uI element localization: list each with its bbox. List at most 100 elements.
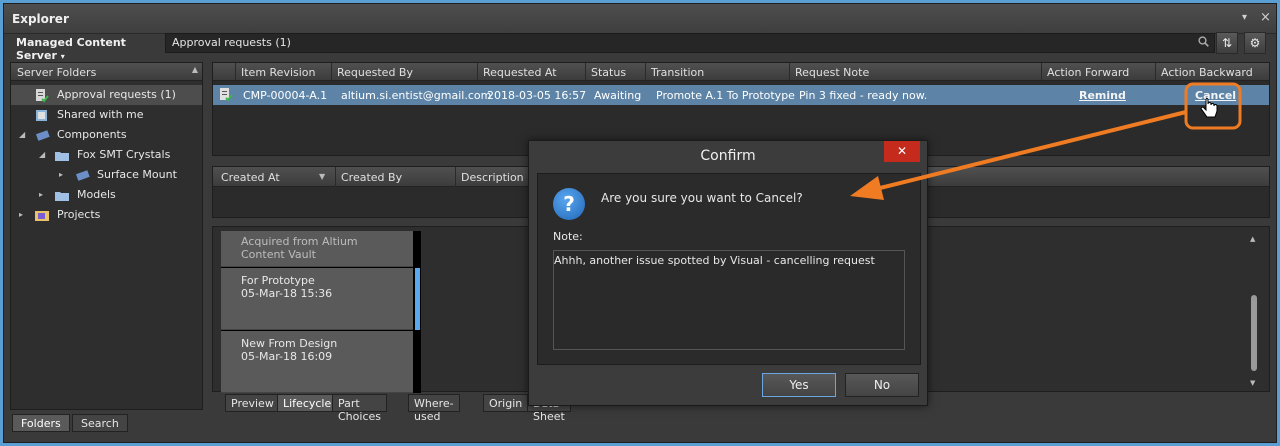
folder-label: Projects	[57, 208, 101, 221]
collapse-arrow-icon[interactable]: ▸	[59, 165, 63, 185]
server-folders-panel: Server Folders ▲ Approval requests (1) S…	[10, 62, 203, 410]
lifecycle-card[interactable]: Acquired from Altium Content Vault	[221, 231, 413, 267]
cell-requested-by: altium.si.entist@gmail.com	[341, 89, 492, 102]
tab-folders[interactable]: Folders	[12, 414, 70, 432]
pin-dropdown-icon[interactable]: ▾	[1242, 12, 1247, 23]
collapse-arrow-icon[interactable]: ▸	[39, 185, 43, 205]
column-divider	[477, 63, 478, 81]
confirm-question: Are you sure you want to Cancel?	[601, 191, 803, 205]
search-icon[interactable]	[1198, 36, 1209, 50]
folder-label: Shared with me	[57, 108, 144, 121]
folder-shared-with-me[interactable]: Shared with me	[11, 105, 202, 125]
lifecycle-card[interactable]: For Prototype 05-Mar-18 15:36	[221, 268, 413, 330]
col-created-at[interactable]: Created At	[221, 171, 280, 184]
collapse-arrow-icon[interactable]: ▸	[19, 205, 23, 225]
chevron-down-icon: ▾	[60, 52, 65, 61]
tab-lifecycle[interactable]: Lifecycle	[277, 394, 338, 412]
col-action-forward[interactable]: Action Forward	[1047, 66, 1129, 79]
server-folders-title: Server Folders	[17, 66, 97, 79]
col-item-revision[interactable]: Item Revision	[241, 66, 316, 79]
folder-label: Components	[57, 128, 127, 141]
lifecycle-card-date: 05-Mar-18 16:09	[241, 350, 333, 363]
column-divider	[585, 63, 586, 81]
window-title: Explorer	[12, 12, 69, 26]
tab-where-used[interactable]: Where-used	[408, 394, 460, 423]
question-icon: ?	[553, 188, 585, 220]
column-divider	[789, 63, 790, 81]
folder-label: Approval requests (1)	[57, 88, 176, 101]
column-divider	[235, 63, 236, 81]
server-dropdown[interactable]: Managed Content Server ▾	[10, 32, 162, 62]
yes-button[interactable]: Yes	[762, 373, 836, 397]
path-input[interactable]: Approval requests (1)	[165, 33, 1215, 53]
tab-search[interactable]: Search	[72, 414, 128, 432]
col-transition[interactable]: Transition	[651, 66, 704, 79]
col-description[interactable]: Description	[461, 171, 524, 184]
confirm-dialog: Confirm ✕ ? Are you sure you want to Can…	[528, 140, 928, 406]
close-icon[interactable]: ×	[1260, 10, 1271, 25]
approval-status-icon	[219, 88, 233, 105]
dialog-body: ? Are you sure you want to Cancel? Note:…	[537, 173, 921, 365]
grid-header: Item Revision Requested By Requested At …	[213, 63, 1269, 81]
tab-part-choices[interactable]: Part Choices	[332, 394, 387, 423]
column-divider	[1041, 63, 1042, 81]
folder-models[interactable]: ▸ Models	[11, 185, 202, 205]
lifecycle-card-date: 05-Mar-18 15:36	[241, 287, 333, 300]
col-status[interactable]: Status	[591, 66, 626, 79]
close-button[interactable]: ✕	[884, 141, 920, 162]
lifecycle-current-marker	[415, 268, 420, 330]
column-divider	[1155, 63, 1156, 81]
cancel-link[interactable]: Cancel	[1195, 89, 1236, 102]
path-bar: Managed Content Server ▾ Approval reques…	[10, 32, 1272, 62]
folder-approval-requests[interactable]: Approval requests (1)	[11, 85, 202, 105]
cell-transition: Promote A.1 To Prototype	[656, 89, 795, 102]
sort-arrow-icon[interactable]: ▼	[319, 172, 325, 181]
col-action-backward[interactable]: Action Backward	[1161, 66, 1253, 79]
vertical-scrollbar[interactable]: ▲ ▼	[1249, 229, 1259, 389]
title-bar: Explorer ▾ ×	[4, 4, 1276, 34]
folder-icon	[55, 189, 69, 201]
cell-status: Awaiting	[594, 89, 642, 102]
tab-origin[interactable]: Origin	[483, 394, 529, 412]
column-divider	[331, 63, 332, 81]
approval-icon	[35, 89, 49, 103]
col-requested-at[interactable]: Requested At	[483, 66, 557, 79]
cell-requested-at: 2018-03-05 16:57	[487, 89, 587, 102]
lifecycle-column: Acquired from Altium Content Vault For P…	[221, 231, 421, 393]
folder-label: Surface Mount	[97, 168, 177, 181]
component-icon	[75, 169, 90, 181]
cell-item-revision: CMP-00004-A.1	[243, 89, 328, 102]
folder-projects[interactable]: ▸ Projects	[11, 205, 202, 225]
scroll-down-icon[interactable]: ▼	[1250, 379, 1255, 387]
tab-preview[interactable]: Preview	[225, 394, 280, 412]
column-divider	[335, 167, 336, 187]
lifecycle-card-title: Acquired from Altium Content Vault	[241, 235, 358, 261]
refresh-icon[interactable]: ⇅	[1216, 32, 1238, 54]
remind-link[interactable]: Remind	[1079, 89, 1126, 102]
folder-label: Fox SMT Crystals	[77, 148, 171, 161]
folder-surface-mount[interactable]: ▸ Surface Mount	[11, 165, 202, 185]
lifecycle-card-title: New From Design	[241, 337, 338, 350]
scroll-up-icon[interactable]: ▲	[192, 65, 198, 74]
expand-arrow-icon[interactable]: ◢	[39, 145, 45, 165]
scrollbar-thumb[interactable]	[1251, 295, 1257, 371]
col-created-by[interactable]: Created By	[341, 171, 402, 184]
expand-arrow-icon[interactable]: ◢	[19, 125, 25, 145]
folder-icon	[55, 149, 69, 161]
col-requested-by[interactable]: Requested By	[337, 66, 413, 79]
projects-icon	[35, 209, 49, 221]
note-field[interactable]: Ahhh, another issue spotted by Visual - …	[553, 250, 905, 350]
lifecycle-card[interactable]: New From Design 05-Mar-18 16:09	[221, 331, 413, 393]
folder-components[interactable]: ◢ Components	[11, 125, 202, 145]
no-button[interactable]: No	[845, 373, 919, 397]
table-row[interactable]: CMP-00004-A.1 altium.si.entist@gmail.com…	[213, 85, 1269, 105]
components-icon	[35, 129, 50, 141]
folder-fox-smt-crystals[interactable]: ◢ Fox SMT Crystals	[11, 145, 202, 165]
col-request-note[interactable]: Request Note	[795, 66, 869, 79]
scroll-up-icon[interactable]: ▲	[1250, 235, 1255, 243]
server-folders-header: Server Folders ▲	[11, 63, 202, 81]
dialog-title: Confirm	[700, 148, 756, 164]
cell-request-note: Pin 3 fixed - ready now.	[799, 89, 928, 102]
settings-icon[interactable]: ⚙	[1244, 32, 1266, 54]
note-label: Note:	[553, 230, 583, 243]
